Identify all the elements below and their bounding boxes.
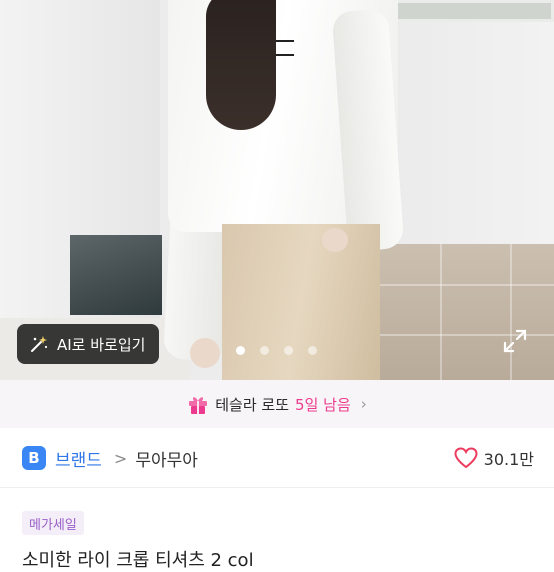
lotto-banner-text: 테슬라 로또 bbox=[215, 395, 290, 414]
breadcrumb-separator: > bbox=[113, 448, 128, 468]
carousel-dot[interactable] bbox=[284, 346, 293, 355]
chevron-right-icon: › bbox=[360, 395, 367, 413]
ai-try-on-button[interactable]: AI로 바로입기 bbox=[17, 324, 159, 364]
photo-bg-shadow bbox=[70, 235, 162, 315]
magic-wand-icon bbox=[31, 336, 48, 352]
brand-link[interactable]: 브랜드 bbox=[55, 446, 102, 471]
photo-skirt bbox=[222, 224, 380, 380]
carousel-dot[interactable] bbox=[308, 346, 317, 355]
shirt-logo bbox=[276, 40, 294, 56]
brand-name-link[interactable]: 무아무아 bbox=[135, 446, 198, 471]
lotto-banner[interactable]: 테슬라 로또 5일 남음 › bbox=[0, 380, 554, 428]
product-image[interactable]: AI로 바로입기 bbox=[0, 0, 554, 380]
ai-try-on-label: AI로 바로입기 bbox=[57, 335, 146, 354]
photo-bg-window bbox=[388, 0, 554, 22]
carousel-dot[interactable] bbox=[236, 346, 245, 355]
brand-badge-icon: B bbox=[22, 446, 46, 470]
lotto-days-left: 5일 남음 bbox=[295, 395, 351, 414]
mega-sale-badge: 메가세일 bbox=[22, 511, 84, 535]
heart-icon bbox=[454, 447, 478, 469]
brand-row: B 브랜드 > 무아무아 30.1만 bbox=[22, 442, 534, 474]
like-button[interactable]: 30.1만 bbox=[454, 446, 534, 470]
photo-bg-floor bbox=[370, 244, 554, 380]
product-title: 소미한 라이 크롭 티셔츠 2 col bbox=[22, 550, 254, 571]
photo-hand bbox=[190, 338, 220, 368]
section-divider bbox=[0, 487, 554, 488]
expand-icon[interactable] bbox=[502, 328, 528, 354]
carousel-indicator bbox=[236, 346, 317, 355]
photo-hand-pocket bbox=[322, 228, 348, 252]
photo-hair bbox=[206, 0, 276, 130]
carousel-dot[interactable] bbox=[260, 346, 269, 355]
like-count: 30.1만 bbox=[483, 450, 534, 469]
gift-icon bbox=[189, 397, 208, 414]
